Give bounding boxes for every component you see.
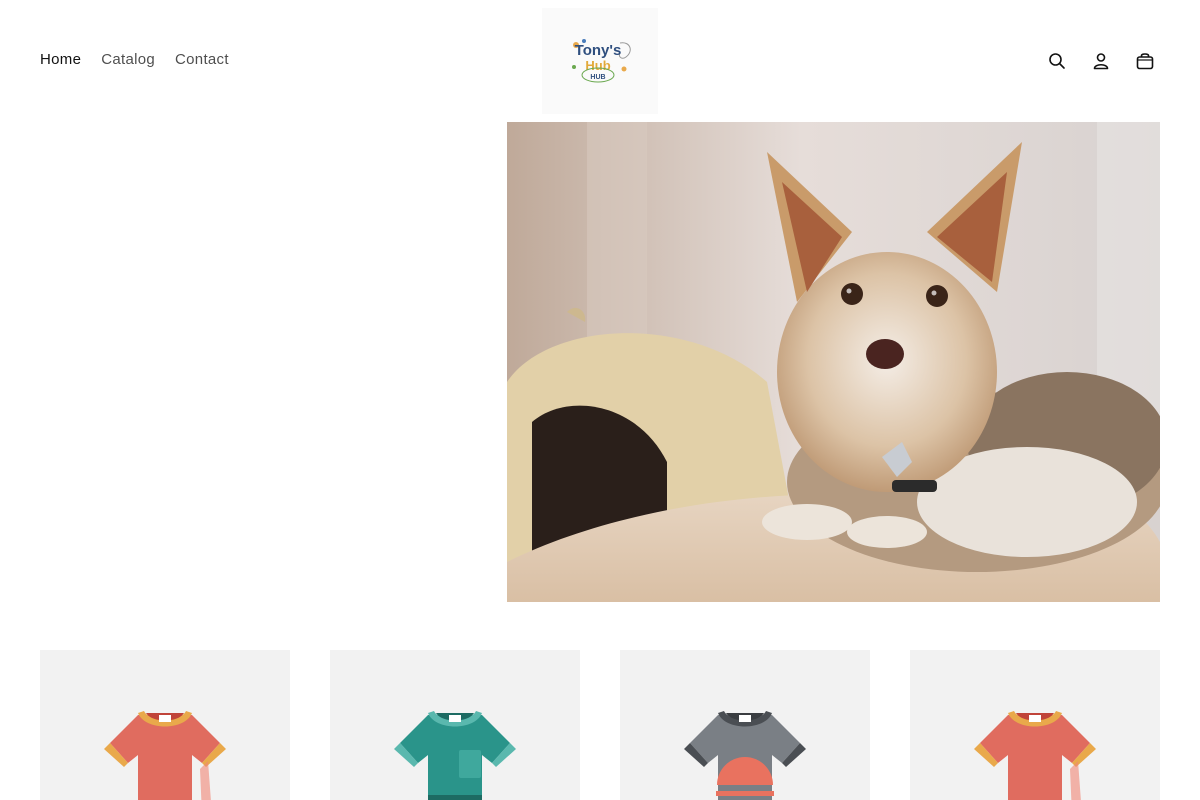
account-icon[interactable] bbox=[1086, 46, 1116, 76]
cart-icon[interactable] bbox=[1130, 46, 1160, 76]
yorkshire-terrier-photo bbox=[507, 122, 1160, 602]
product-card[interactable] bbox=[40, 650, 290, 800]
site-header: Home Catalog Contact Tony's Hub HUB bbox=[0, 0, 1200, 122]
tonys-hub-logo-icon: Tony's Hub HUB bbox=[572, 39, 631, 83]
product-card[interactable] bbox=[330, 650, 580, 800]
svg-text:Tony's: Tony's bbox=[575, 42, 622, 59]
tshirt-red-icon bbox=[104, 711, 226, 800]
tshirt-teal-icon bbox=[394, 711, 516, 800]
svg-text:Hub: Hub bbox=[585, 58, 610, 73]
nav-contact-link[interactable]: Contact bbox=[175, 51, 229, 69]
store-logo[interactable]: Tony's Hub HUB bbox=[542, 8, 658, 114]
product-card[interactable] bbox=[620, 650, 870, 800]
svg-text:HUB: HUB bbox=[590, 74, 605, 81]
hero-text-area bbox=[40, 122, 507, 602]
tshirt-gray-icon bbox=[684, 711, 806, 800]
main-nav: Home Catalog Contact bbox=[40, 51, 229, 69]
search-icon[interactable] bbox=[1042, 46, 1072, 76]
nav-catalog-link[interactable]: Catalog bbox=[101, 51, 155, 69]
hero-dog-image bbox=[507, 122, 1160, 602]
product-grid bbox=[40, 650, 1160, 800]
tshirt-red-icon bbox=[974, 711, 1096, 800]
product-card[interactable] bbox=[910, 650, 1160, 800]
nav-home-link[interactable]: Home bbox=[40, 51, 81, 69]
header-icons bbox=[1042, 46, 1160, 76]
